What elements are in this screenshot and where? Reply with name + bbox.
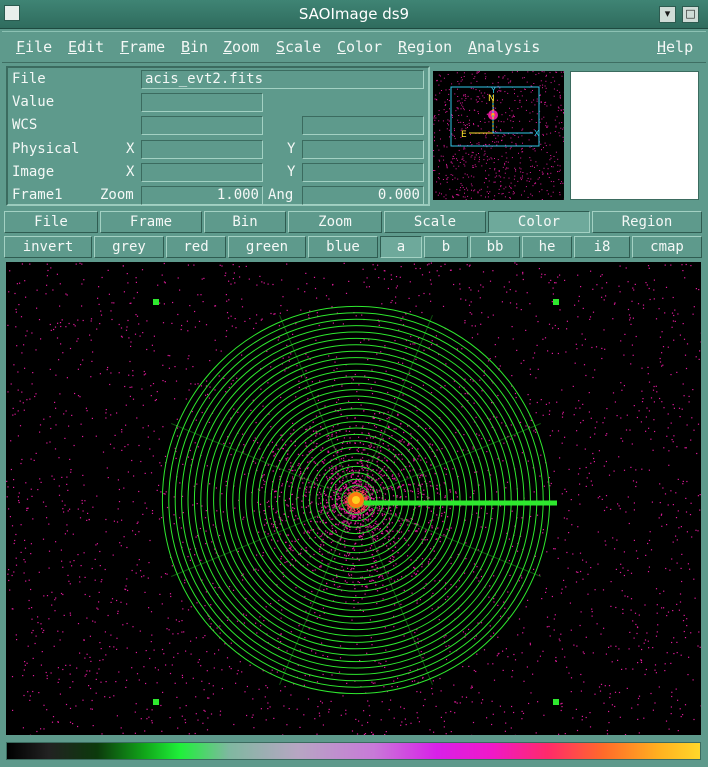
cmap-cmap-button[interactable]: cmap xyxy=(632,236,702,258)
angle-value: 0.000 xyxy=(302,186,424,205)
physical-x-label: X xyxy=(126,141,135,157)
panner-y-label: Y xyxy=(490,86,496,95)
zoom-value: 1.000 xyxy=(141,186,263,205)
panner-compass: N E X Y xyxy=(461,86,540,140)
info-panel: File acis_evt2.fits Value WCS Physical X… xyxy=(6,66,430,206)
physical-label: Physical xyxy=(12,141,80,157)
ds9-window: SAOImage ds9 ▾ □ File Edit Frame Bin Zoo… xyxy=(0,0,708,767)
panner-x-label: X xyxy=(534,129,540,138)
menu-region[interactable]: Region xyxy=(398,38,452,56)
panner-event-dots xyxy=(433,71,564,200)
panner-east-label: E xyxy=(461,130,467,140)
wcs-x-field xyxy=(141,116,263,135)
zoom-label: Zoom xyxy=(100,187,134,203)
angle-label: Ang xyxy=(268,187,294,203)
cmap-b-button[interactable]: b xyxy=(424,236,468,258)
bbtn-color[interactable]: Color xyxy=(488,211,590,233)
value-label: Value xyxy=(12,94,55,110)
panner[interactable]: N E X Y xyxy=(433,71,564,200)
panner-north-label: N xyxy=(488,94,495,104)
cmap-blue-button[interactable]: blue xyxy=(308,236,378,258)
file-label: File xyxy=(12,71,46,87)
cmap-i8-button[interactable]: i8 xyxy=(574,236,630,258)
cmap-grey-button[interactable]: grey xyxy=(94,236,164,258)
buttonbar-minor: invert grey red green blue a b bb he i8 … xyxy=(4,236,704,258)
menu-scale[interactable]: Scale xyxy=(276,38,321,56)
menu-file[interactable]: File xyxy=(16,38,52,56)
menu-bin[interactable]: Bin xyxy=(181,38,208,56)
bbtn-frame[interactable]: Frame xyxy=(100,211,202,233)
value-field xyxy=(141,93,263,112)
region-handle-tl[interactable] xyxy=(153,299,159,305)
image-x-label: X xyxy=(126,164,135,180)
cmap-invert-button[interactable]: invert xyxy=(4,236,92,258)
menu-analysis[interactable]: Analysis xyxy=(468,38,540,56)
bbtn-zoom[interactable]: Zoom xyxy=(288,211,382,233)
bbtn-file[interactable]: File xyxy=(4,211,98,233)
file-value: acis_evt2.fits xyxy=(141,70,424,89)
image-label: Image xyxy=(12,164,55,180)
minimize-button[interactable]: ▾ xyxy=(659,6,676,23)
colorbar xyxy=(6,742,701,760)
magnifier xyxy=(570,71,699,200)
image-canvas[interactable] xyxy=(6,262,701,735)
menu-edit[interactable]: Edit xyxy=(68,38,104,56)
image-x-field xyxy=(141,163,263,182)
menu-help[interactable]: Help xyxy=(657,38,693,56)
menu-color[interactable]: Color xyxy=(337,38,382,56)
source-core-bright xyxy=(352,496,360,504)
region-handle-br[interactable] xyxy=(553,699,559,705)
buttonbar-major: File Frame Bin Zoom Scale Color Region xyxy=(4,211,704,233)
cmap-bb-button[interactable]: bb xyxy=(470,236,520,258)
image-y-label: Y xyxy=(287,164,296,180)
wcs-label: WCS xyxy=(12,117,38,133)
menu-frame[interactable]: Frame xyxy=(120,38,165,56)
image-y-field xyxy=(302,163,424,182)
maximize-button[interactable]: □ xyxy=(682,6,699,23)
physical-y-field xyxy=(302,140,424,159)
frame-label: Frame1 xyxy=(12,187,63,203)
title-bar[interactable]: SAOImage ds9 ▾ □ xyxy=(0,0,708,29)
cmap-red-button[interactable]: red xyxy=(166,236,226,258)
bbtn-bin[interactable]: Bin xyxy=(204,211,286,233)
window-title: SAOImage ds9 xyxy=(298,5,410,23)
menubar: File Edit Frame Bin Zoom Scale Color Reg… xyxy=(2,31,706,63)
cmap-a-button[interactable]: a xyxy=(380,236,422,258)
physical-x-field xyxy=(141,140,263,159)
cmap-green-button[interactable]: green xyxy=(228,236,306,258)
menu-zoom[interactable]: Zoom xyxy=(223,38,259,56)
bbtn-scale[interactable]: Scale xyxy=(384,211,486,233)
cmap-he-button[interactable]: he xyxy=(522,236,572,258)
wcs-y-field xyxy=(302,116,424,135)
bbtn-region[interactable]: Region xyxy=(592,211,702,233)
physical-y-label: Y xyxy=(287,141,296,157)
region-handle-bl[interactable] xyxy=(153,699,159,705)
region-handle-tr[interactable] xyxy=(553,299,559,305)
